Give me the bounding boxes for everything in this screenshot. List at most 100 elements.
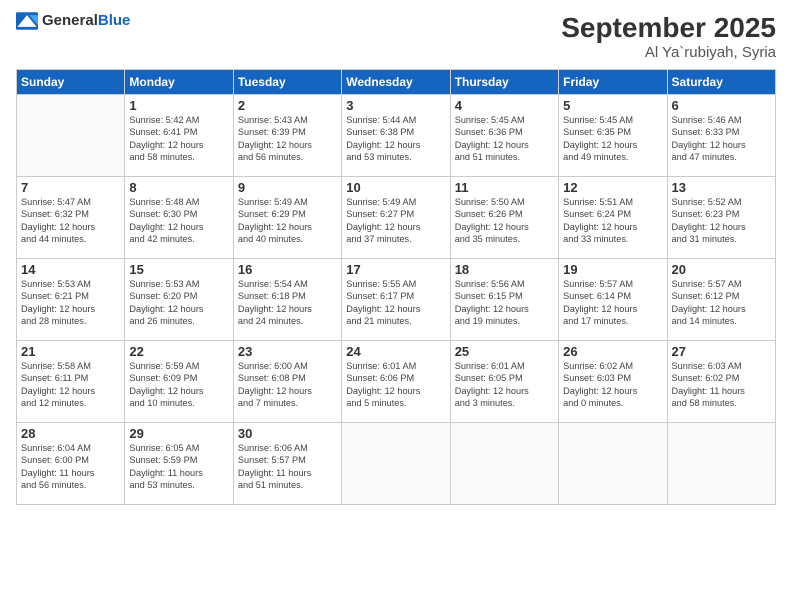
calendar-cell: 6Sunrise: 5:46 AM Sunset: 6:33 PM Daylig…	[667, 95, 775, 177]
day-number: 27	[672, 344, 771, 359]
day-detail: Sunrise: 5:48 AM Sunset: 6:30 PM Dayligh…	[129, 196, 228, 246]
day-detail: Sunrise: 6:04 AM Sunset: 6:00 PM Dayligh…	[21, 442, 120, 492]
day-number: 25	[455, 344, 554, 359]
day-detail: Sunrise: 5:53 AM Sunset: 6:20 PM Dayligh…	[129, 278, 228, 328]
header-saturday: Saturday	[667, 70, 775, 95]
calendar-cell: 30Sunrise: 6:06 AM Sunset: 5:57 PM Dayli…	[233, 423, 341, 505]
calendar-cell	[342, 423, 450, 505]
logo-blue: Blue	[98, 12, 131, 29]
day-detail: Sunrise: 5:55 AM Sunset: 6:17 PM Dayligh…	[346, 278, 445, 328]
day-detail: Sunrise: 5:49 AM Sunset: 6:27 PM Dayligh…	[346, 196, 445, 246]
calendar-cell: 14Sunrise: 5:53 AM Sunset: 6:21 PM Dayli…	[17, 259, 125, 341]
day-number: 2	[238, 98, 337, 113]
header-tuesday: Tuesday	[233, 70, 341, 95]
day-detail: Sunrise: 6:06 AM Sunset: 5:57 PM Dayligh…	[238, 442, 337, 492]
day-detail: Sunrise: 6:01 AM Sunset: 6:06 PM Dayligh…	[346, 360, 445, 410]
calendar-cell: 4Sunrise: 5:45 AM Sunset: 6:36 PM Daylig…	[450, 95, 558, 177]
day-detail: Sunrise: 5:46 AM Sunset: 6:33 PM Dayligh…	[672, 114, 771, 164]
calendar-cell: 25Sunrise: 6:01 AM Sunset: 6:05 PM Dayli…	[450, 341, 558, 423]
day-number: 6	[672, 98, 771, 113]
calendar-cell: 1Sunrise: 5:42 AM Sunset: 6:41 PM Daylig…	[125, 95, 233, 177]
day-number: 23	[238, 344, 337, 359]
calendar-cell: 12Sunrise: 5:51 AM Sunset: 6:24 PM Dayli…	[559, 177, 667, 259]
calendar-cell: 22Sunrise: 5:59 AM Sunset: 6:09 PM Dayli…	[125, 341, 233, 423]
weekday-header-row: Sunday Monday Tuesday Wednesday Thursday…	[17, 70, 776, 95]
day-number: 18	[455, 262, 554, 277]
day-number: 20	[672, 262, 771, 277]
day-number: 30	[238, 426, 337, 441]
calendar-cell: 17Sunrise: 5:55 AM Sunset: 6:17 PM Dayli…	[342, 259, 450, 341]
calendar-cell: 19Sunrise: 5:57 AM Sunset: 6:14 PM Dayli…	[559, 259, 667, 341]
calendar-cell: 27Sunrise: 6:03 AM Sunset: 6:02 PM Dayli…	[667, 341, 775, 423]
page: GeneralBlue September 2025 Al Ya`rubiyah…	[0, 0, 792, 612]
day-detail: Sunrise: 6:05 AM Sunset: 5:59 PM Dayligh…	[129, 442, 228, 492]
day-detail: Sunrise: 5:58 AM Sunset: 6:11 PM Dayligh…	[21, 360, 120, 410]
day-number: 11	[455, 180, 554, 195]
day-detail: Sunrise: 5:44 AM Sunset: 6:38 PM Dayligh…	[346, 114, 445, 164]
logo-general: General	[42, 12, 98, 29]
calendar-cell: 21Sunrise: 5:58 AM Sunset: 6:11 PM Dayli…	[17, 341, 125, 423]
day-number: 9	[238, 180, 337, 195]
calendar-week-row: 28Sunrise: 6:04 AM Sunset: 6:00 PM Dayli…	[17, 423, 776, 505]
day-detail: Sunrise: 5:45 AM Sunset: 6:35 PM Dayligh…	[563, 114, 662, 164]
day-number: 10	[346, 180, 445, 195]
calendar-cell: 8Sunrise: 5:48 AM Sunset: 6:30 PM Daylig…	[125, 177, 233, 259]
calendar-cell: 5Sunrise: 5:45 AM Sunset: 6:35 PM Daylig…	[559, 95, 667, 177]
day-number: 7	[21, 180, 120, 195]
calendar-cell: 7Sunrise: 5:47 AM Sunset: 6:32 PM Daylig…	[17, 177, 125, 259]
day-detail: Sunrise: 5:57 AM Sunset: 6:14 PM Dayligh…	[563, 278, 662, 328]
calendar-cell	[559, 423, 667, 505]
logo-icon	[16, 12, 38, 30]
day-detail: Sunrise: 5:52 AM Sunset: 6:23 PM Dayligh…	[672, 196, 771, 246]
day-number: 16	[238, 262, 337, 277]
day-number: 4	[455, 98, 554, 113]
calendar-cell: 10Sunrise: 5:49 AM Sunset: 6:27 PM Dayli…	[342, 177, 450, 259]
calendar-cell: 15Sunrise: 5:53 AM Sunset: 6:20 PM Dayli…	[125, 259, 233, 341]
day-detail: Sunrise: 5:42 AM Sunset: 6:41 PM Dayligh…	[129, 114, 228, 164]
day-detail: Sunrise: 6:03 AM Sunset: 6:02 PM Dayligh…	[672, 360, 771, 410]
calendar-cell: 24Sunrise: 6:01 AM Sunset: 6:06 PM Dayli…	[342, 341, 450, 423]
day-number: 22	[129, 344, 228, 359]
day-number: 15	[129, 262, 228, 277]
header-sunday: Sunday	[17, 70, 125, 95]
header-monday: Monday	[125, 70, 233, 95]
calendar-cell: 18Sunrise: 5:56 AM Sunset: 6:15 PM Dayli…	[450, 259, 558, 341]
day-number: 8	[129, 180, 228, 195]
calendar-cell	[450, 423, 558, 505]
day-number: 13	[672, 180, 771, 195]
day-number: 1	[129, 98, 228, 113]
calendar-week-row: 14Sunrise: 5:53 AM Sunset: 6:21 PM Dayli…	[17, 259, 776, 341]
calendar-cell: 11Sunrise: 5:50 AM Sunset: 6:26 PM Dayli…	[450, 177, 558, 259]
calendar-cell: 28Sunrise: 6:04 AM Sunset: 6:00 PM Dayli…	[17, 423, 125, 505]
calendar-cell: 16Sunrise: 5:54 AM Sunset: 6:18 PM Dayli…	[233, 259, 341, 341]
calendar-week-row: 7Sunrise: 5:47 AM Sunset: 6:32 PM Daylig…	[17, 177, 776, 259]
calendar-week-row: 1Sunrise: 5:42 AM Sunset: 6:41 PM Daylig…	[17, 95, 776, 177]
calendar-cell: 20Sunrise: 5:57 AM Sunset: 6:12 PM Dayli…	[667, 259, 775, 341]
calendar-cell: 13Sunrise: 5:52 AM Sunset: 6:23 PM Dayli…	[667, 177, 775, 259]
day-detail: Sunrise: 5:50 AM Sunset: 6:26 PM Dayligh…	[455, 196, 554, 246]
day-detail: Sunrise: 5:56 AM Sunset: 6:15 PM Dayligh…	[455, 278, 554, 328]
day-number: 21	[21, 344, 120, 359]
header-friday: Friday	[559, 70, 667, 95]
header-area: GeneralBlue September 2025 Al Ya`rubiyah…	[16, 12, 776, 61]
day-detail: Sunrise: 5:45 AM Sunset: 6:36 PM Dayligh…	[455, 114, 554, 164]
location-title: Al Ya`rubiyah, Syria	[561, 44, 776, 61]
day-number: 12	[563, 180, 662, 195]
calendar-cell: 2Sunrise: 5:43 AM Sunset: 6:39 PM Daylig…	[233, 95, 341, 177]
calendar-week-row: 21Sunrise: 5:58 AM Sunset: 6:11 PM Dayli…	[17, 341, 776, 423]
day-detail: Sunrise: 6:02 AM Sunset: 6:03 PM Dayligh…	[563, 360, 662, 410]
day-number: 17	[346, 262, 445, 277]
calendar-cell	[667, 423, 775, 505]
calendar-cell: 9Sunrise: 5:49 AM Sunset: 6:29 PM Daylig…	[233, 177, 341, 259]
day-detail: Sunrise: 5:57 AM Sunset: 6:12 PM Dayligh…	[672, 278, 771, 328]
calendar-cell: 23Sunrise: 6:00 AM Sunset: 6:08 PM Dayli…	[233, 341, 341, 423]
header-wednesday: Wednesday	[342, 70, 450, 95]
day-detail: Sunrise: 5:49 AM Sunset: 6:29 PM Dayligh…	[238, 196, 337, 246]
day-number: 14	[21, 262, 120, 277]
logo: GeneralBlue	[16, 12, 130, 30]
day-detail: Sunrise: 5:53 AM Sunset: 6:21 PM Dayligh…	[21, 278, 120, 328]
day-detail: Sunrise: 6:01 AM Sunset: 6:05 PM Dayligh…	[455, 360, 554, 410]
day-number: 5	[563, 98, 662, 113]
calendar-cell: 3Sunrise: 5:44 AM Sunset: 6:38 PM Daylig…	[342, 95, 450, 177]
day-number: 28	[21, 426, 120, 441]
